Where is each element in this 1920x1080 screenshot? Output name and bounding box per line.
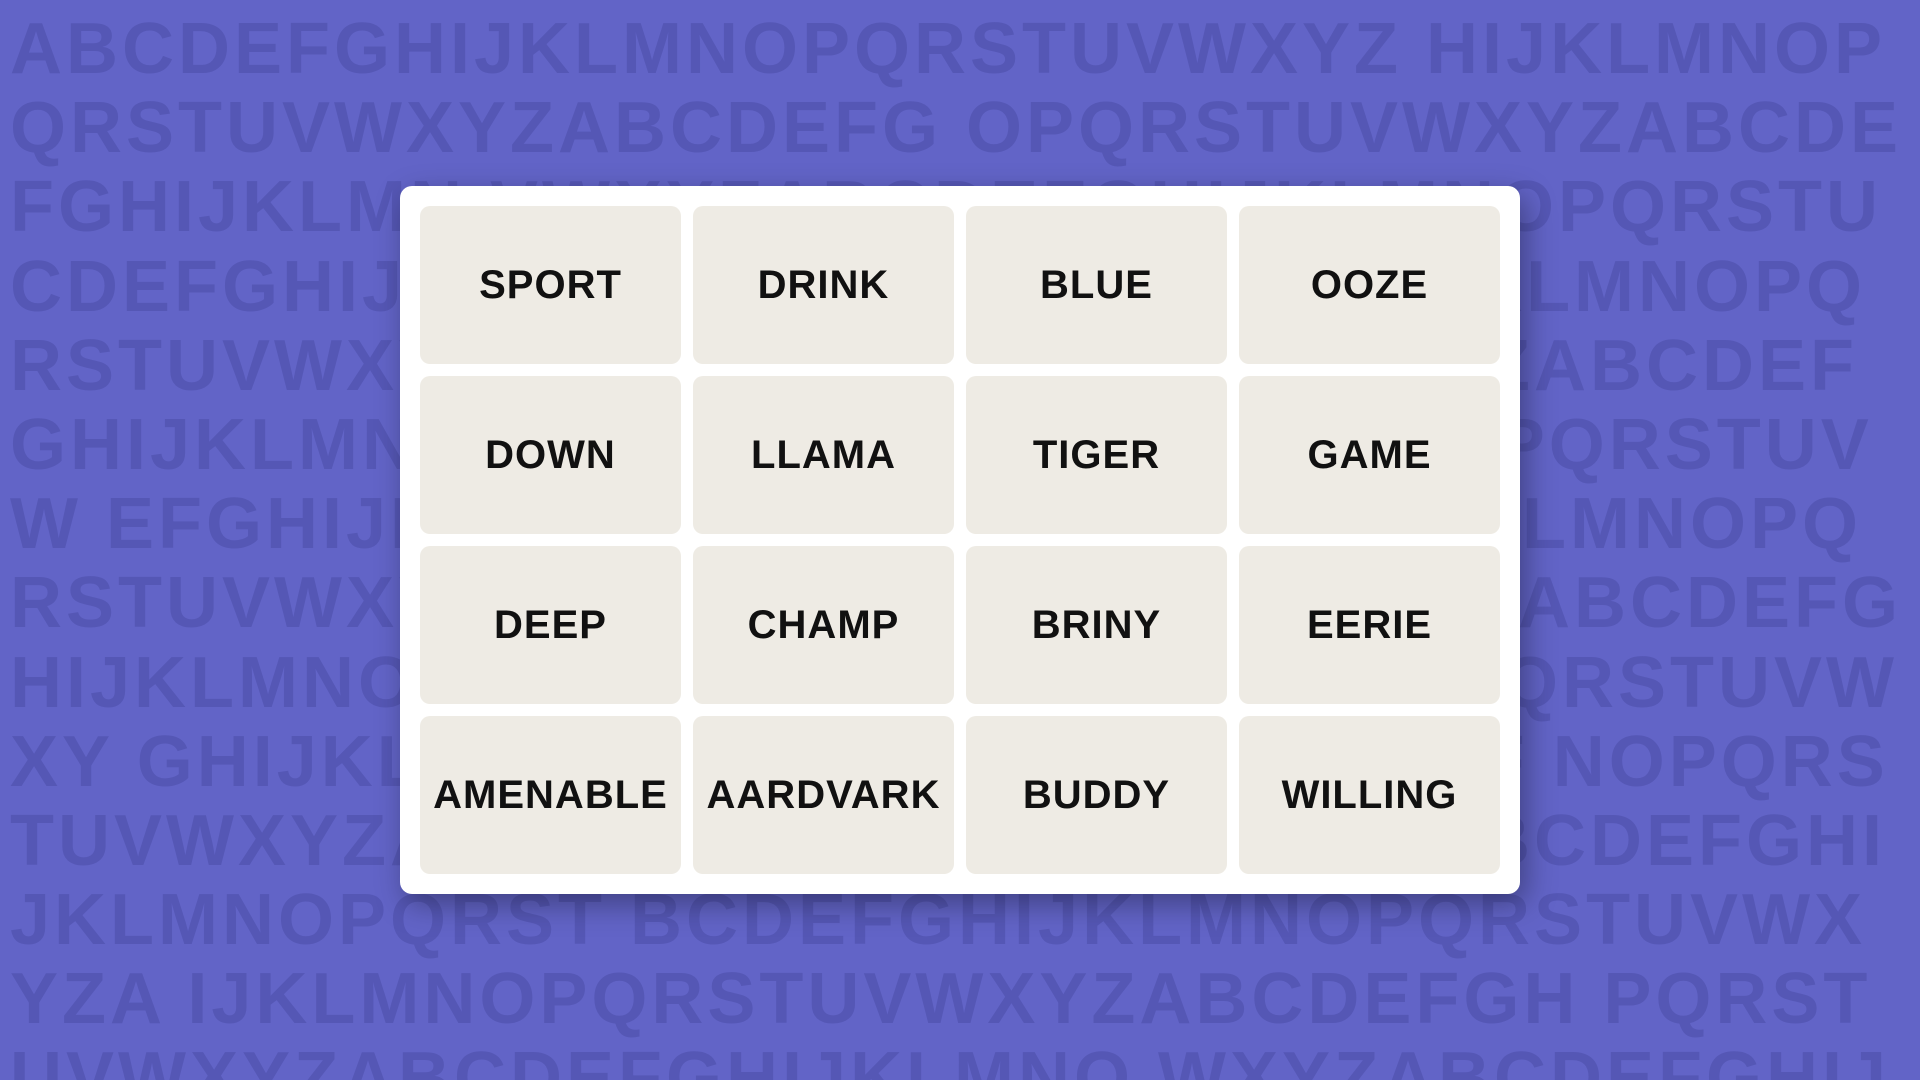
word-label: LLAMA <box>751 433 896 478</box>
word-label: DEEP <box>494 603 607 648</box>
word-card-game[interactable]: GAME <box>1239 376 1500 534</box>
word-label: SPORT <box>479 263 622 308</box>
word-label: WILLING <box>1282 773 1458 818</box>
word-card-sport[interactable]: SPORT <box>420 206 681 364</box>
word-label: EERIE <box>1307 603 1432 648</box>
word-card-ooze[interactable]: OOZE <box>1239 206 1500 364</box>
word-card-drink[interactable]: DRINK <box>693 206 954 364</box>
word-card-aardvark[interactable]: AARDVARK <box>693 716 954 874</box>
word-card-champ[interactable]: CHAMP <box>693 546 954 704</box>
word-card-deep[interactable]: DEEP <box>420 546 681 704</box>
word-card-briny[interactable]: BRINY <box>966 546 1227 704</box>
word-card-willing[interactable]: WILLING <box>1239 716 1500 874</box>
word-card-blue[interactable]: BLUE <box>966 206 1227 364</box>
word-card-amenable[interactable]: AMENABLE <box>420 716 681 874</box>
word-label: GAME <box>1308 433 1432 478</box>
word-label: AMENABLE <box>433 773 668 818</box>
word-label: TIGER <box>1033 433 1160 478</box>
word-card-eerie[interactable]: EERIE <box>1239 546 1500 704</box>
card-panel: SPORT DRINK BLUE OOZE DOWN LLAMA TIGER GAME DEEP… <box>400 186 1520 894</box>
word-card-down[interactable]: DOWN <box>420 376 681 534</box>
word-label: DRINK <box>758 263 890 308</box>
word-card-tiger[interactable]: TIGER <box>966 376 1227 534</box>
word-label: AARDVARK <box>707 773 941 818</box>
word-label: BRINY <box>1032 603 1161 648</box>
word-card-llama[interactable]: LLAMA <box>693 376 954 534</box>
word-label: BUDDY <box>1023 773 1170 818</box>
word-card-buddy[interactable]: BUDDY <box>966 716 1227 874</box>
word-label: CHAMP <box>748 603 900 648</box>
word-grid: SPORT DRINK BLUE OOZE DOWN LLAMA TIGER GAME DEEP… <box>420 206 1500 874</box>
word-label: DOWN <box>485 433 616 478</box>
word-label: OOZE <box>1311 263 1428 308</box>
word-label: BLUE <box>1040 263 1153 308</box>
